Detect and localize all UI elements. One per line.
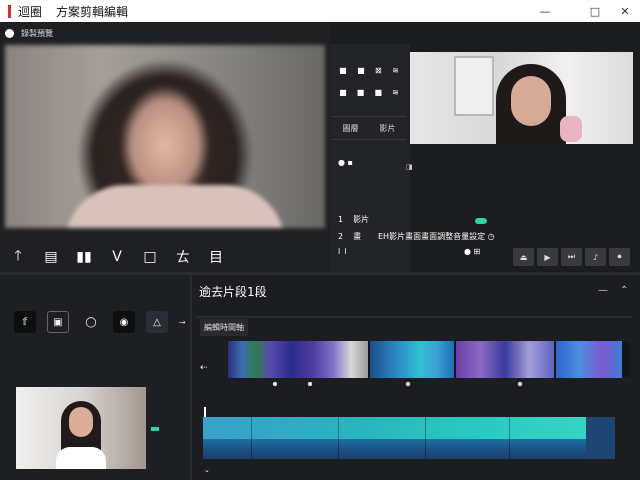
preview-toolbar: 🡑 ▤ ▮▮ V □ ㄊ 目 [0, 244, 330, 270]
eject-button[interactable]: ⏏ [513, 248, 534, 266]
video-clip[interactable] [556, 341, 622, 378]
timeline-panel: 逾去片段1段 — ⌃ 編輯時間軸 ⇠ ⌄ [192, 275, 640, 480]
audio-waveform-upper [203, 417, 586, 439]
property-toggle[interactable] [475, 218, 487, 224]
keyframe-marker[interactable] [308, 382, 312, 386]
property-label: l [344, 246, 347, 256]
captions-icon[interactable]: ▤ [36, 246, 66, 268]
play-button[interactable]: ▶ [537, 248, 558, 266]
subject-object [560, 116, 582, 142]
status-indicator [151, 427, 159, 431]
audio-clip-boundary [251, 417, 252, 459]
media-toolbar: 𝕗 ▣ ◯ ◉ △ → [14, 311, 186, 333]
skip-button[interactable]: ⏭ [561, 248, 582, 266]
mid-indicators: ● ▪ [338, 158, 353, 167]
keyframe-marker[interactable] [406, 382, 410, 386]
track-lead-icon[interactable]: ⇠ [200, 363, 208, 373]
control-icon[interactable]: ≋ [392, 66, 399, 75]
video-subject [65, 185, 285, 228]
layout-icon[interactable]: 目 [201, 246, 231, 268]
frame-tool-icon[interactable]: ▣ [47, 311, 69, 333]
property-value: ● ⊞ [464, 246, 481, 256]
property-row-1[interactable]: 1 影片 [338, 212, 369, 226]
audio-clip-tail [586, 417, 615, 459]
webcam-preview-small[interactable] [16, 387, 146, 469]
camera-tool-icon[interactable]: ◉ [113, 311, 135, 333]
property-label: 畫 [353, 231, 362, 241]
video-clip[interactable] [370, 341, 454, 378]
video-clip[interactable] [456, 341, 554, 378]
split-icon[interactable]: ▮▮ [69, 246, 99, 268]
collapse-button[interactable]: — [598, 285, 608, 296]
timeline-title: 逾去片段1段 [199, 285, 267, 299]
webcam-preview-top[interactable] [410, 52, 633, 144]
upload-icon[interactable]: 🡑 [3, 246, 33, 268]
audio-clip-boundary [425, 417, 426, 459]
keyframe-marker[interactable] [518, 382, 522, 386]
control-icon[interactable]: ■ [357, 88, 365, 97]
shape-tool-icon[interactable]: △ [146, 311, 168, 333]
maximize-button[interactable]: □ [580, 0, 610, 22]
preview-label: 錄製預覽 [21, 28, 53, 38]
property-index: 2 [338, 231, 344, 241]
main-video-preview[interactable] [5, 45, 325, 228]
app-logo-icon [8, 4, 11, 18]
crop-icon[interactable]: □ [135, 246, 165, 268]
media-panel: 𝕗 ▣ ◯ ◉ △ → [0, 275, 190, 480]
preview-panel: 錄製預覽 🡑 ▤ ▮▮ V □ ㄊ 目 [0, 22, 330, 272]
bubble-tool-icon[interactable]: ◯ [80, 311, 102, 333]
keyframe-marker[interactable] [273, 382, 277, 386]
record-indicator-icon [5, 28, 14, 38]
property-row-3[interactable]: l l ● ⊞ [338, 244, 480, 258]
control-icon[interactable]: ■ [339, 88, 347, 97]
timeline-tab[interactable]: 編輯時間軸 [200, 319, 248, 336]
title-bar: 迴圈 方案剪輯編輯 — □ ✕ [0, 0, 640, 22]
property-row-2[interactable]: 2 畫 EH影片畫面畫面調整音量設定 ◷ [338, 229, 495, 243]
property-label: 影片 [353, 214, 370, 224]
control-icon[interactable]: ≋ [392, 88, 399, 97]
arrow-icon: → [179, 317, 186, 327]
minimize-button[interactable]: — [530, 0, 560, 22]
close-button[interactable]: ✕ [610, 0, 640, 22]
panel-toggle-icon[interactable]: ◨ [406, 163, 413, 171]
video-track[interactable] [228, 341, 630, 378]
timeline-bottom-marker: ⌄ [204, 466, 210, 474]
video-clip[interactable] [228, 341, 368, 378]
control-icon[interactable]: ■ [357, 66, 365, 75]
tab-layers[interactable]: 圖層 [343, 123, 359, 134]
preview-header: 錄製預覽 [0, 22, 330, 44]
expand-button[interactable]: ⌃ [620, 285, 628, 296]
subject-shirt [56, 447, 106, 469]
control-row-1: ■ ■ ⊠ ≋ [334, 60, 404, 80]
control-icon[interactable]: ■ [339, 66, 347, 75]
text-icon[interactable]: ㄊ [168, 246, 198, 268]
control-icon[interactable]: ⊠ [375, 66, 382, 75]
background-window [454, 56, 494, 116]
app-window: 迴圈 方案剪輯編輯 — □ ✕ 錄製預覽 🡑 ▤ ▮▮ V □ ㄊ 目 ■ ■ … [0, 0, 640, 480]
effects-icon[interactable]: V [102, 246, 132, 268]
panel-tabs: 圖層 影片 [332, 116, 406, 140]
audio-button[interactable]: ♪ [585, 248, 606, 266]
subject-face [511, 76, 551, 126]
control-row-2: ■ ■ ■ ≋ [334, 82, 404, 102]
audio-clip-boundary [509, 417, 510, 459]
audio-clip-boundary [338, 417, 339, 459]
effects-tool-icon[interactable]: 𝕗 [14, 311, 36, 333]
playback-controls: ⏏ ▶ ⏭ ♪ ⏺ [513, 248, 630, 266]
property-value: EH影片畫面畫面調整音量設定 ◷ [378, 231, 495, 241]
property-index: 1 [338, 214, 344, 224]
subject-face [69, 407, 93, 437]
timeline-header-line [196, 316, 632, 318]
tab-video[interactable]: 影片 [380, 123, 396, 134]
record-button[interactable]: ⏺ [609, 248, 630, 266]
app-subtitle: 方案剪輯編輯 [56, 4, 129, 19]
control-icon[interactable]: ■ [374, 88, 382, 97]
audio-track[interactable] [203, 417, 615, 459]
app-title: 迴圈 [18, 4, 43, 19]
property-index: l [338, 246, 341, 256]
